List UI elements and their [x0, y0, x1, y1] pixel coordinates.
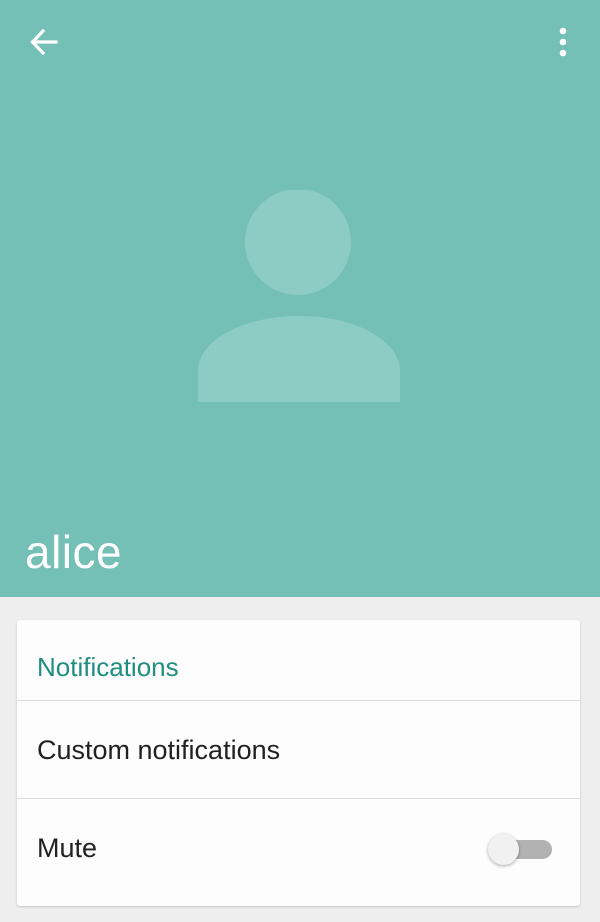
- more-options-button[interactable]: [540, 18, 586, 66]
- toggle-thumb: [488, 834, 519, 865]
- notifications-card: Notifications Custom notifications Mute: [17, 620, 580, 906]
- notifications-section-title: Notifications: [37, 652, 179, 682]
- mute-item[interactable]: Mute: [17, 799, 580, 906]
- mute-toggle[interactable]: [488, 834, 554, 865]
- arrow-left-icon: [30, 28, 58, 56]
- back-button[interactable]: [20, 20, 68, 64]
- custom-notifications-label: Custom notifications: [37, 735, 281, 765]
- contact-name: alice: [25, 526, 123, 578]
- more-vert-icon: [559, 27, 567, 57]
- mute-label: Mute: [37, 833, 98, 863]
- default-person-avatar-icon: [198, 190, 400, 402]
- custom-notifications-item[interactable]: Custom notifications: [17, 701, 580, 798]
- contact-header: alice: [0, 0, 600, 597]
